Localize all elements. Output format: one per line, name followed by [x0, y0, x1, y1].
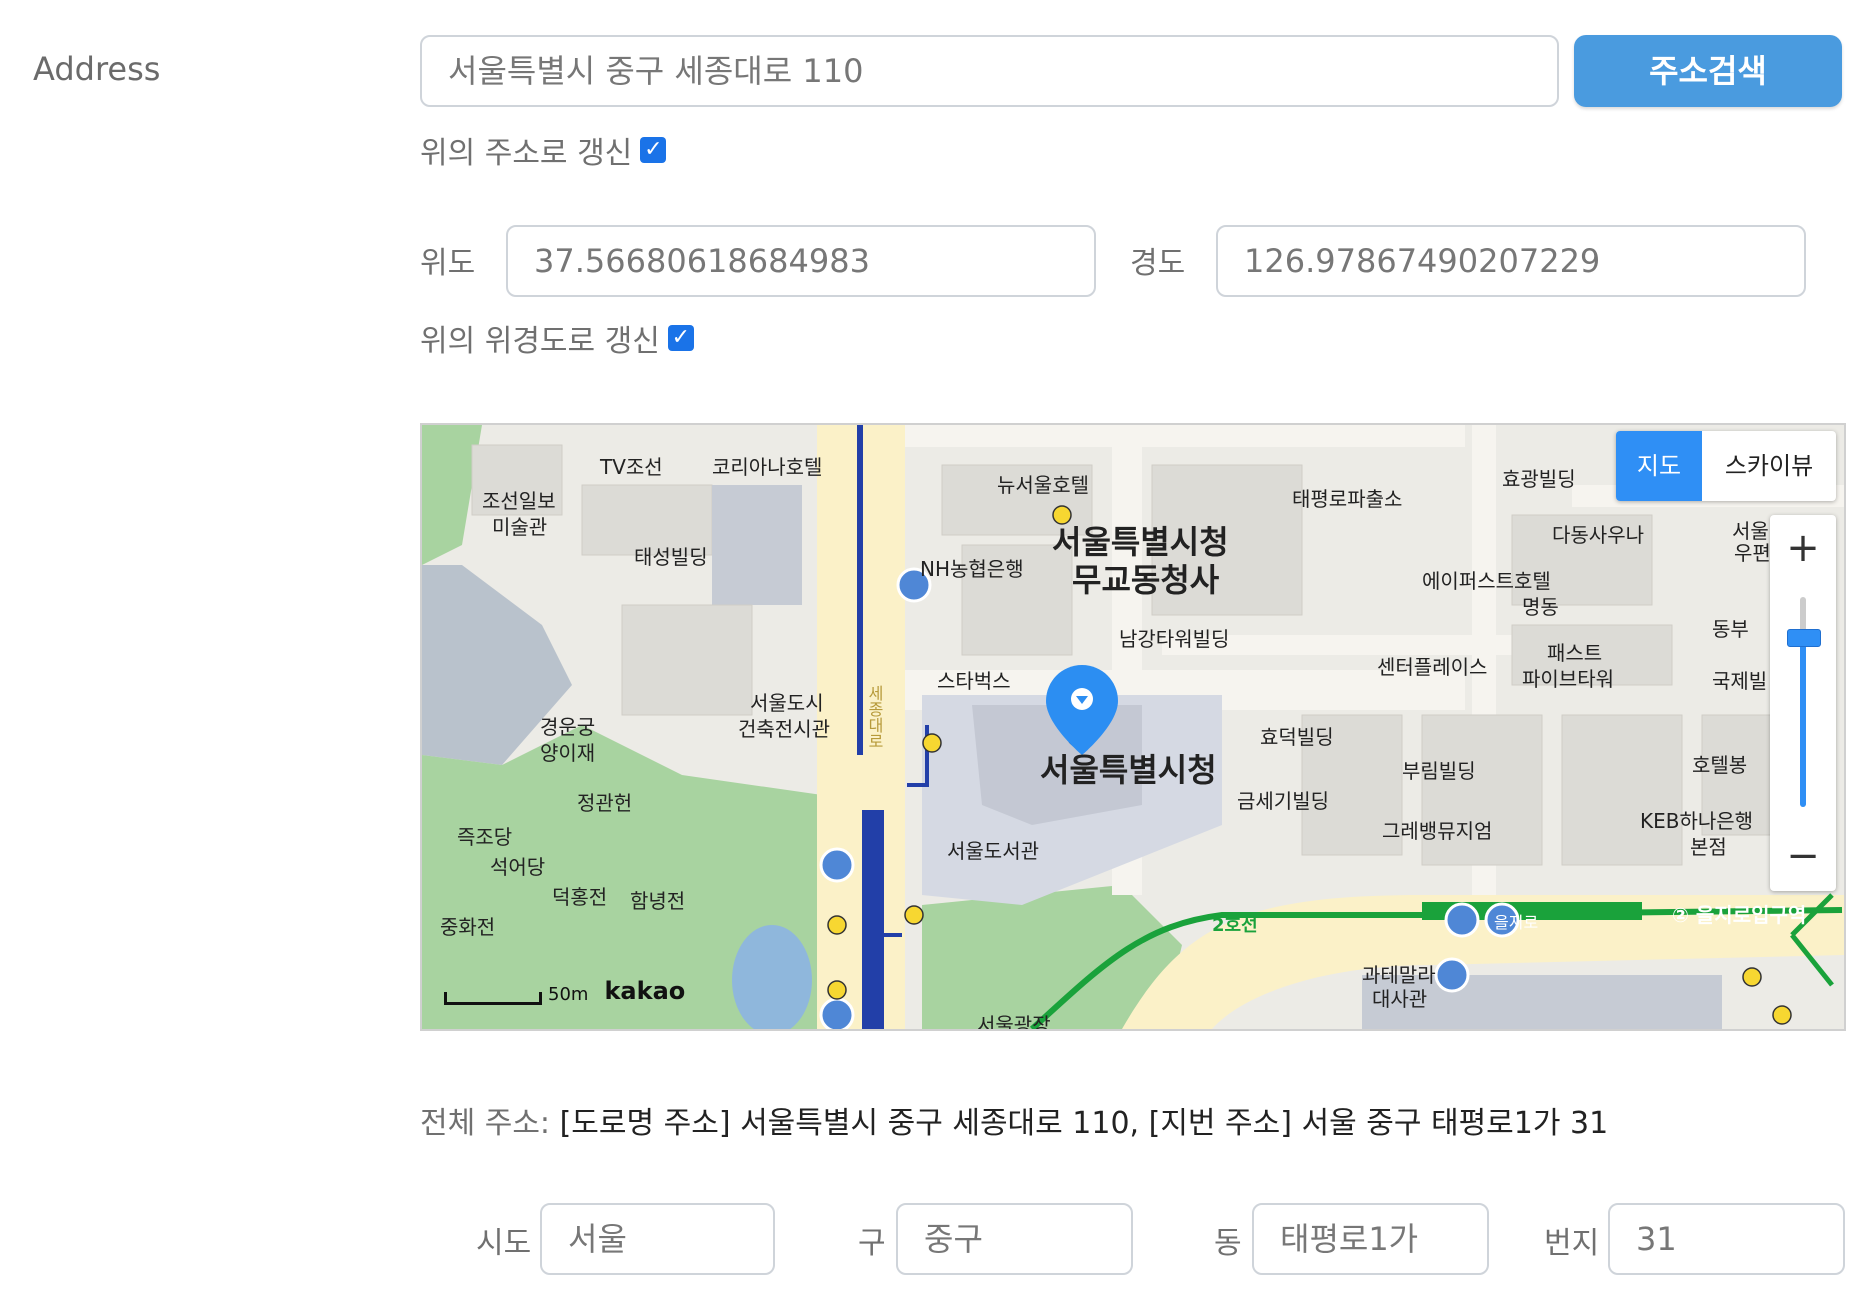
map-type-skyview-button[interactable]: 스카이뷰	[1702, 431, 1836, 501]
update-from-address-row[interactable]: 위의 주소로 갱신 ✓	[420, 128, 667, 172]
address-label: Address	[33, 50, 161, 88]
gu-label: 구	[858, 1226, 886, 1261]
update-from-address-label: 위의 주소로 갱신	[420, 136, 633, 171]
update-from-address-checkbox[interactable]: ✓	[640, 137, 667, 163]
bunji-label: 번지	[1544, 1226, 1600, 1261]
longitude-input[interactable]: 126.97867490207229	[1216, 225, 1806, 297]
full-address-value: [도로명 주소] 서울특별시 중구 세종대로 110, [지번 주소] 서울 중…	[559, 1106, 1609, 1141]
zoom-slider-fill	[1800, 640, 1806, 807]
map-type-map-button[interactable]: 지도	[1616, 431, 1702, 501]
sido-label: 시도	[476, 1226, 532, 1261]
update-from-coords-label: 위의 위경도로 갱신	[420, 324, 660, 359]
full-address-label: 전체 주소:	[420, 1106, 551, 1141]
map-type-toggle: 지도 스카이뷰	[1616, 431, 1836, 501]
sido-input[interactable]: 서울	[540, 1203, 775, 1275]
dong-input[interactable]: 태평로1가	[1252, 1203, 1489, 1275]
map-view[interactable]: 서울특별시청 서울특별시청 무교동청사 서울도서관 스타벅스 남강타워빌딩 NH…	[420, 423, 1846, 1031]
scale-label: 50m	[548, 984, 589, 1005]
gu-input[interactable]: 중구	[896, 1203, 1133, 1275]
address-input[interactable]: 서울특별시 중구 세종대로 110	[420, 35, 1559, 107]
update-from-coords-checkbox[interactable]: ✓	[667, 325, 694, 351]
longitude-label: 경도	[1130, 246, 1186, 281]
zoom-out-button[interactable]: −	[1770, 825, 1836, 891]
zoom-slider-handle[interactable]	[1787, 629, 1821, 647]
map-scale: 50m kakao	[444, 977, 685, 1005]
zoom-in-button[interactable]: +	[1770, 515, 1836, 581]
update-from-coords-row[interactable]: 위의 위경도로 갱신 ✓	[420, 316, 694, 360]
latitude-input[interactable]: 37.56680618684983	[506, 225, 1096, 297]
bunji-input[interactable]: 31	[1608, 1203, 1845, 1275]
dong-label: 동	[1214, 1226, 1242, 1261]
map-canvas	[422, 425, 1844, 1029]
kakao-logo: kakao	[604, 977, 686, 1005]
latitude-label: 위도	[420, 246, 476, 281]
scale-bar	[444, 992, 542, 1005]
address-search-button[interactable]: 주소검색	[1574, 35, 1842, 107]
zoom-control: + −	[1770, 515, 1836, 891]
full-address: 전체 주소: [도로명 주소] 서울특별시 중구 세종대로 110, [지번 주…	[420, 1098, 1608, 1142]
